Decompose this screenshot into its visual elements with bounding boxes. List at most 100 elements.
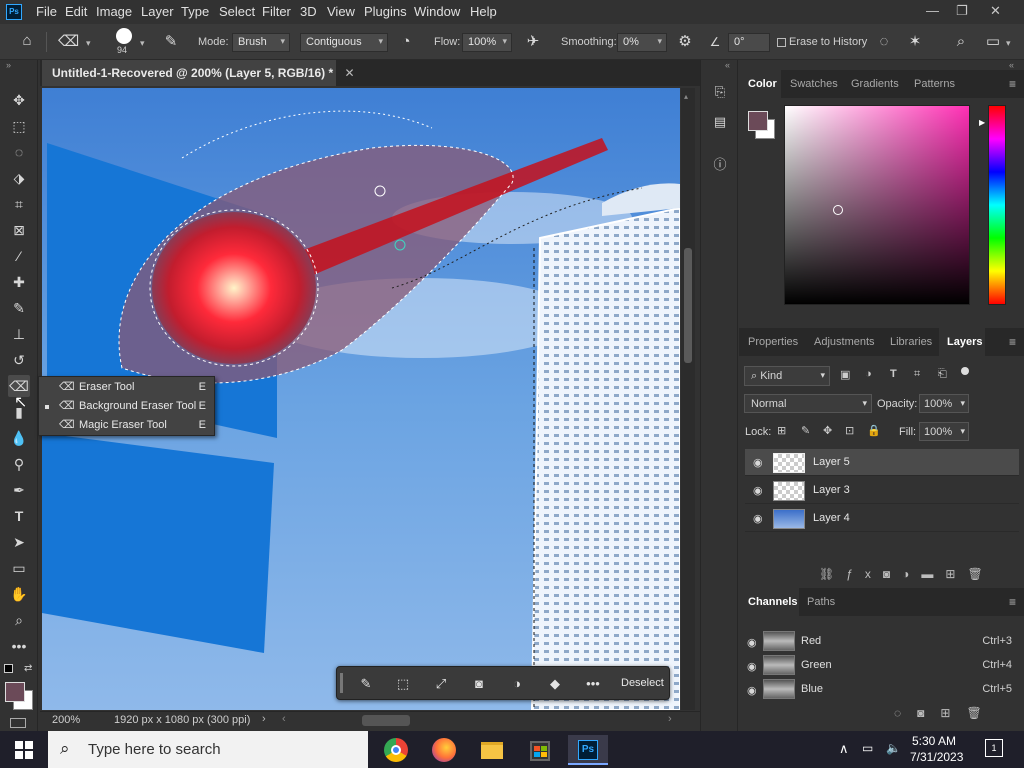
chevron-right-icon[interactable]: › xyxy=(262,713,266,725)
color-picker-marker[interactable] xyxy=(833,205,843,215)
menu-plugins[interactable]: Plugins xyxy=(364,4,407,19)
panel-menu-icon[interactable]: ≡ xyxy=(1009,335,1016,349)
horizontal-scrollbar-thumb[interactable] xyxy=(362,715,410,726)
erase-to-history-checkbox[interactable] xyxy=(777,38,786,47)
menu-3d[interactable]: 3D xyxy=(300,4,317,19)
visibility-eye-icon[interactable]: ◉ xyxy=(747,636,757,649)
lock-artboard-icon[interactable]: ⊡ xyxy=(845,424,854,437)
link-layers-icon[interactable]: ⛓ xyxy=(819,567,846,581)
airbrush-icon[interactable]: ✈ xyxy=(524,33,542,51)
zoom-tool-icon[interactable]: ⌕ xyxy=(8,609,30,631)
chrome-app-icon[interactable] xyxy=(376,735,416,765)
color-foreground-swatch[interactable] xyxy=(748,111,768,131)
delete-layer-icon[interactable]: 🗑 xyxy=(967,567,994,581)
more-options-icon[interactable]: ••• xyxy=(584,675,602,693)
menu-select[interactable]: Select xyxy=(219,4,255,19)
filter-pixel-icon[interactable]: ▣ xyxy=(840,368,852,381)
more-tools-icon[interactable]: ••• xyxy=(8,635,30,657)
healing-brush-tool-icon[interactable]: ✚ xyxy=(8,271,30,293)
quick-mask-icon[interactable] xyxy=(10,718,26,728)
gear-icon[interactable]: ⚙ xyxy=(676,33,694,51)
menu-type[interactable]: Type xyxy=(181,4,209,19)
lock-transparent-icon[interactable]: ⊞ xyxy=(777,424,786,437)
hue-slider-handle[interactable]: ▶ xyxy=(979,118,985,127)
filter-toggle-icon[interactable] xyxy=(961,367,969,375)
clock-date[interactable]: 7/31/2023 xyxy=(910,750,963,764)
frame-tool-icon[interactable]: ⊠ xyxy=(8,219,30,241)
close-tab-icon[interactable]: ✕ xyxy=(344,66,354,80)
tab-adjustments[interactable]: Adjustments xyxy=(814,336,875,348)
flow-field[interactable]: 100% ▾ xyxy=(462,33,512,52)
default-colors-icon[interactable] xyxy=(4,664,13,673)
scroll-right-icon[interactable]: › xyxy=(668,713,672,725)
foreground-color-swatch[interactable] xyxy=(5,682,25,702)
taskbar-search[interactable]: ⌕ Type here to search xyxy=(48,731,368,768)
tab-paths[interactable]: Paths xyxy=(807,596,835,608)
lock-all-icon[interactable]: 🔒 xyxy=(867,424,881,437)
filter-smart-object-icon[interactable]: ⎗ xyxy=(938,368,950,380)
clock-time[interactable]: 5:30 AM xyxy=(912,734,956,748)
path-selection-tool-icon[interactable]: ➤ xyxy=(8,531,30,553)
object-selection-tool-icon[interactable]: ⬗ xyxy=(8,167,30,189)
opacity-pressure-icon[interactable]: ◔ xyxy=(397,33,415,51)
collapse-icon[interactable]: » xyxy=(6,60,11,70)
home-icon[interactable]: ⌂ xyxy=(18,32,36,50)
crop-tool-icon[interactable]: ⌗ xyxy=(8,193,30,215)
new-channel-icon[interactable]: ⊞ xyxy=(940,706,966,720)
add-mask-icon[interactable]: ◙ xyxy=(883,567,902,581)
tab-libraries[interactable]: Libraries xyxy=(890,336,932,348)
dodge-tool-icon[interactable]: ⚲ xyxy=(8,453,30,475)
visibility-eye-icon[interactable]: ◉ xyxy=(747,684,757,697)
canvas-vertical-scrollbar[interactable]: ▴ xyxy=(681,88,695,710)
drag-handle-icon[interactable] xyxy=(340,673,343,693)
tab-patterns[interactable]: Patterns xyxy=(914,78,955,90)
tab-color[interactable]: Color xyxy=(748,78,777,90)
scrollbar-thumb[interactable] xyxy=(684,248,692,363)
load-selection-icon[interactable]: ◌ xyxy=(894,706,917,720)
zoom-level[interactable]: 200% xyxy=(52,714,80,726)
new-layer-icon[interactable]: ⊞ xyxy=(945,567,967,581)
scroll-up-icon[interactable]: ▴ xyxy=(684,92,688,101)
fx-icon[interactable]: ƒx xyxy=(846,567,883,581)
fill-icon[interactable]: ◆ xyxy=(546,675,564,693)
menu-filter[interactable]: Filter xyxy=(262,4,291,19)
blur-tool-icon[interactable]: 💧 xyxy=(8,427,30,449)
panel-menu-icon[interactable]: ≡ xyxy=(1009,595,1016,609)
brush-settings-icon[interactable]: ✎ xyxy=(162,33,180,51)
move-tool-icon[interactable]: ✥ xyxy=(8,89,30,111)
info-icon[interactable]: ⓘ xyxy=(711,154,729,172)
layer-filter-select[interactable]: ⌕ Kind ▾ xyxy=(744,366,830,386)
select-and-mask-icon[interactable]: ⬚ xyxy=(394,675,412,693)
visibility-eye-icon[interactable]: ◉ xyxy=(753,512,763,525)
comments-icon[interactable]: ▤ xyxy=(711,114,729,132)
chevron-down-icon[interactable]: ▾ xyxy=(140,38,145,49)
menu-image[interactable]: Image xyxy=(96,4,132,19)
tab-channels[interactable]: Channels xyxy=(748,596,798,608)
lock-image-icon[interactable]: ✎ xyxy=(801,424,810,437)
windows-start-icon[interactable] xyxy=(15,741,33,759)
symmetry-icon[interactable]: ✶ xyxy=(906,33,924,51)
menu-layer[interactable]: Layer xyxy=(141,4,174,19)
layer-row[interactable]: ◉ Layer 3 xyxy=(745,477,1019,504)
search-icon[interactable]: ⌕ xyxy=(952,33,970,51)
brush-tool-icon[interactable]: ✎ xyxy=(8,297,30,319)
opacity-field[interactable]: 100% ▾ xyxy=(919,394,969,413)
notification-center-icon[interactable]: 1 xyxy=(985,739,1003,757)
photoshop-app-icon[interactable]: Ps xyxy=(568,735,608,765)
channel-row[interactable]: ◉ Green Ctrl+4 xyxy=(739,653,1024,677)
tab-gradients[interactable]: Gradients xyxy=(851,78,899,90)
close-button[interactable]: ✕ xyxy=(990,3,1001,19)
sampling-select[interactable]: Contiguous ▾ xyxy=(300,33,388,52)
brush-preview-icon[interactable] xyxy=(116,28,132,44)
file-explorer-icon[interactable] xyxy=(472,735,512,765)
type-tool-icon[interactable]: T xyxy=(8,505,30,527)
panel-menu-icon[interactable]: ≡ xyxy=(1009,77,1016,91)
color-field[interactable] xyxy=(784,105,970,305)
menu-help[interactable]: Help xyxy=(470,4,497,19)
stamp-tool-icon[interactable]: ⊥ xyxy=(8,323,30,345)
pressure-size-icon[interactable]: ◌ xyxy=(875,33,893,51)
lock-position-icon[interactable]: ✥ xyxy=(823,424,832,437)
hue-slider[interactable] xyxy=(988,105,1006,305)
menu-view[interactable]: View xyxy=(327,4,355,19)
eraser-tool-preset-icon[interactable]: ⌫ xyxy=(58,33,79,51)
